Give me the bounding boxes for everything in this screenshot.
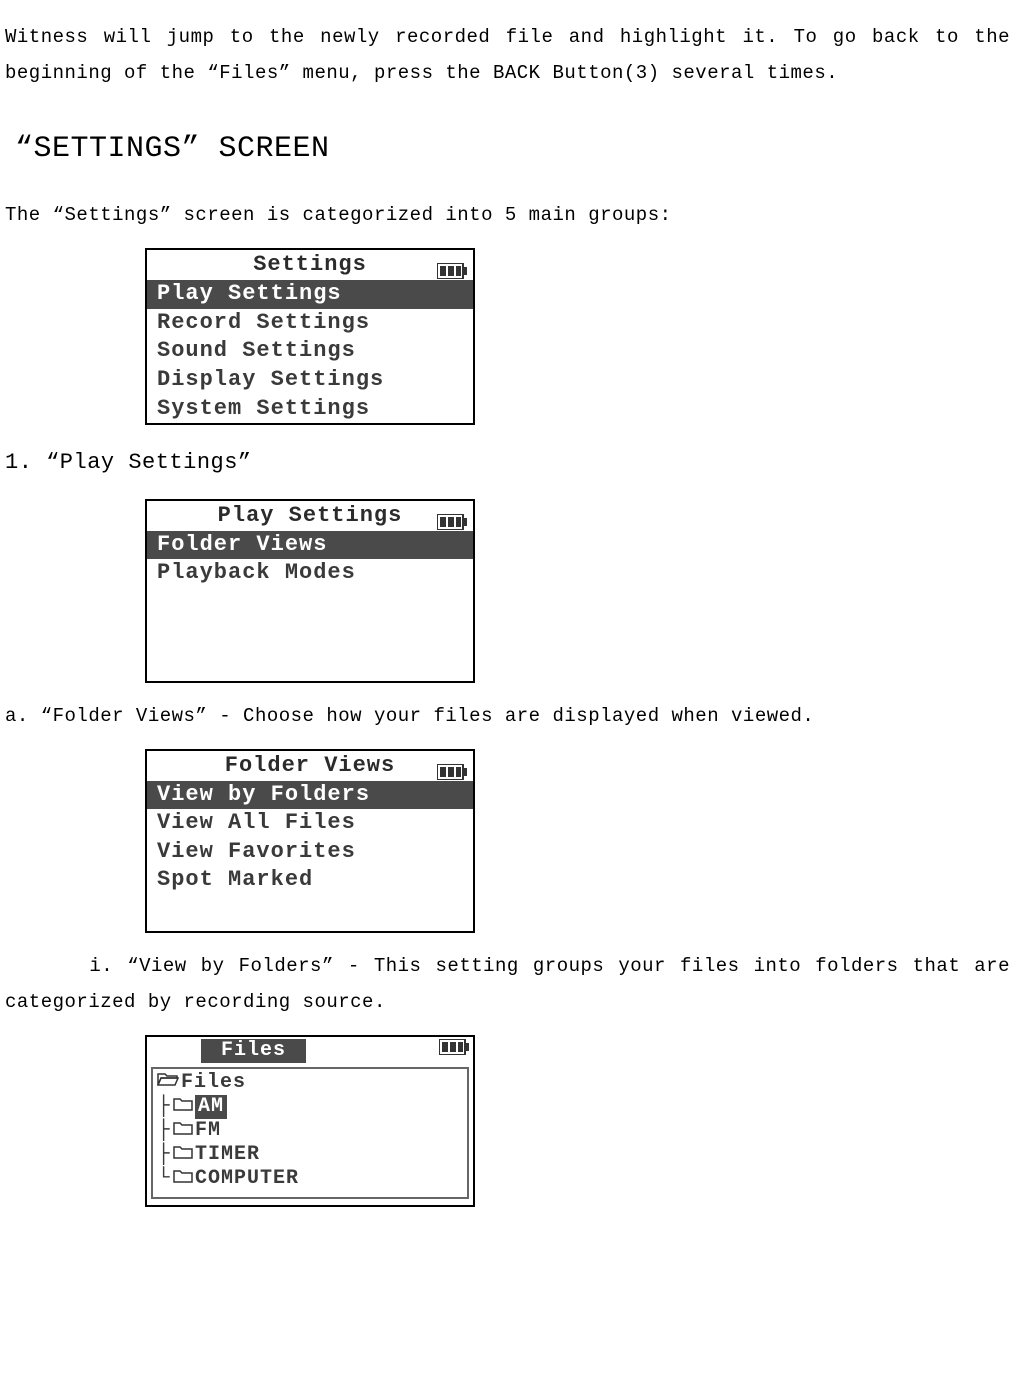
lcd-title: Settings (253, 244, 367, 286)
tree-branch-icon: ├ (157, 1095, 171, 1119)
folder-icon (173, 1095, 193, 1119)
battery-icon (437, 757, 467, 793)
tree-item[interactable]: ├ AM (157, 1095, 463, 1119)
lcd-folder-views: Folder Views View by Folders View All Fi… (145, 749, 475, 933)
battery-icon (439, 1039, 469, 1063)
tree-item[interactable]: ├ FM (157, 1119, 463, 1143)
folder-open-icon (157, 1071, 179, 1095)
menu-item[interactable]: Display Settings (147, 366, 473, 395)
tree-branch-icon: └ (157, 1167, 171, 1191)
menu-item[interactable]: Spot Marked (147, 866, 473, 895)
menu-item[interactable]: Playback Modes (147, 559, 473, 588)
view-by-folders-desc: i. “View by Folders” - This setting grou… (5, 948, 1010, 1020)
tree-label: AM (195, 1095, 227, 1119)
play-settings-heading: 1. “Play Settings” (5, 442, 1010, 484)
folder-icon (173, 1167, 193, 1191)
lcd-title: Files (201, 1039, 306, 1063)
tree-label: TIMER (195, 1143, 260, 1167)
tree-branch-icon: ├ (157, 1119, 171, 1143)
battery-icon (437, 256, 467, 292)
lcd-title: Folder Views (225, 745, 395, 787)
menu-item[interactable]: Sound Settings (147, 337, 473, 366)
lcd-files: Files Files ├ AM (145, 1035, 475, 1207)
menu-item[interactable]: System Settings (147, 395, 473, 424)
settings-heading: “SETTINGS” SCREEN (15, 121, 1010, 178)
battery-icon (437, 507, 467, 543)
menu-item[interactable]: View Favorites (147, 838, 473, 867)
intro-paragraph: Witness will jump to the newly recorded … (5, 19, 1010, 91)
folder-views-desc: a. “Folder Views” - Choose how your file… (5, 698, 1010, 734)
file-tree: Files ├ AM ├ FM ├ (151, 1067, 469, 1199)
folder-icon (173, 1143, 193, 1167)
tree-branch-icon: ├ (157, 1143, 171, 1167)
settings-desc: The “Settings” screen is categorized int… (5, 197, 1010, 233)
tree-root[interactable]: Files (157, 1071, 463, 1095)
tree-item[interactable]: ├ TIMER (157, 1143, 463, 1167)
menu-item[interactable]: View All Files (147, 809, 473, 838)
tree-label: Files (181, 1071, 246, 1095)
lcd-settings: Settings Play Settings Record Settings S… (145, 248, 475, 425)
tree-label: COMPUTER (195, 1167, 299, 1191)
tree-item[interactable]: └ COMPUTER (157, 1167, 463, 1191)
lcd-play-settings: Play Settings Folder Views Playback Mode… (145, 499, 475, 683)
folder-icon (173, 1119, 193, 1143)
tree-label: FM (195, 1119, 221, 1143)
menu-item[interactable]: Record Settings (147, 309, 473, 338)
lcd-title: Play Settings (218, 495, 403, 537)
